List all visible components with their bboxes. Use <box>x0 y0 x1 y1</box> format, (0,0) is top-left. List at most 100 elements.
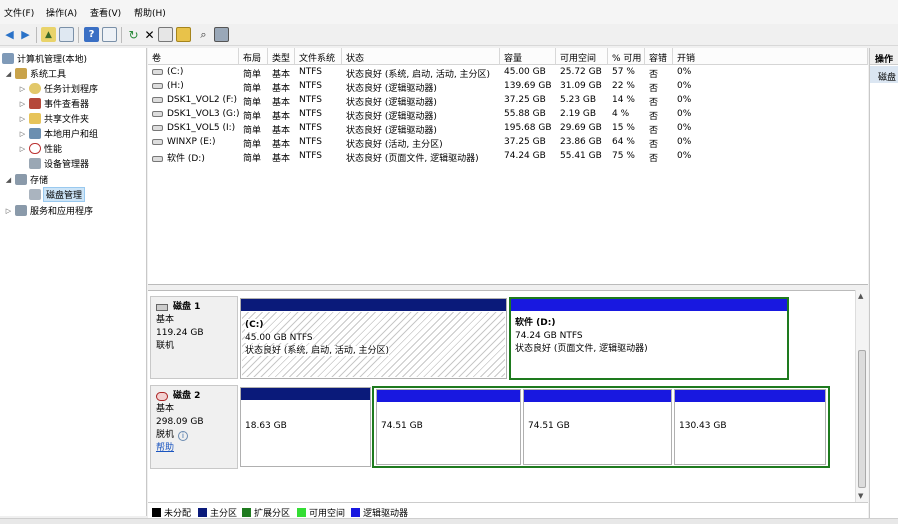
volume-cell[interactable]: 0% <box>673 109 733 123</box>
disk2-help-link[interactable]: 帮助 <box>156 442 232 455</box>
volume-cell[interactable]: 0% <box>673 95 733 109</box>
volume-cell[interactable]: NTFS <box>295 95 342 109</box>
actions-item-disk-management[interactable]: 磁盘 <box>870 66 898 83</box>
volume-cell[interactable]: 状态良好 (逻辑驱动器) <box>342 81 500 95</box>
volume-cell[interactable]: 基本 <box>268 151 295 165</box>
disk2-label[interactable]: 磁盘 2 基本 298.09 GB 脱机 i 帮助 <box>150 385 238 469</box>
volume-cell[interactable]: (H:) <box>148 81 239 95</box>
menu-action[interactable]: 操作(A) <box>46 6 77 19</box>
tree-node-system-tools[interactable]: ◢ 系统工具 <box>4 66 66 81</box>
volume-cell[interactable]: 75 % <box>608 151 645 165</box>
volume-cell[interactable]: 31.09 GB <box>556 81 608 95</box>
volume-cell[interactable]: 55.88 GB <box>500 109 556 123</box>
column-header-overhead[interactable]: 开销 <box>673 48 868 65</box>
volume-cell[interactable]: 基本 <box>268 67 295 81</box>
volume-cell[interactable]: 软件 (D:) <box>148 151 239 165</box>
volume-cell[interactable]: 139.69 GB <box>500 81 556 95</box>
volume-cell[interactable]: 55.41 GB <box>556 151 608 165</box>
volume-cell[interactable]: 29.69 GB <box>556 123 608 137</box>
volume-cell[interactable]: NTFS <box>295 81 342 95</box>
info-icon[interactable]: i <box>178 430 189 441</box>
volume-cell[interactable]: 22 % <box>608 81 645 95</box>
volume-cell[interactable]: 25.72 GB <box>556 67 608 81</box>
volume-cell[interactable]: 状态良好 (逻辑驱动器) <box>342 123 500 137</box>
tree-node-local-users[interactable]: ▷ 本地用户和组 <box>18 126 98 141</box>
refresh-icon[interactable]: ↻ <box>126 27 141 42</box>
volume-cell[interactable]: 否 <box>645 137 673 151</box>
menu-view[interactable]: 查看(V) <box>90 6 121 19</box>
menu-help[interactable]: 帮助(H) <box>134 6 166 19</box>
volume-cell[interactable]: NTFS <box>295 67 342 81</box>
volume-cell[interactable]: DSK1_VOL3 (G:) <box>148 109 239 123</box>
properties-icon[interactable] <box>102 27 117 42</box>
volume-cell[interactable]: 4 % <box>608 109 645 123</box>
tree-node-services[interactable]: ▷ 服务和应用程序 <box>4 203 93 218</box>
volume-cell[interactable]: DSK1_VOL5 (I:) <box>148 123 239 137</box>
column-header-fault-tolerance[interactable]: 容错 <box>645 48 673 65</box>
menu-file[interactable]: 文件(F) <box>4 6 34 19</box>
volume-cell[interactable]: 基本 <box>268 95 295 109</box>
open-icon[interactable] <box>176 27 191 42</box>
volume-cell[interactable]: NTFS <box>295 123 342 137</box>
volume-cell[interactable]: NTFS <box>295 137 342 151</box>
volume-cell[interactable]: 简单 <box>239 95 268 109</box>
volume-cell[interactable]: 否 <box>645 109 673 123</box>
volume-cell[interactable]: 否 <box>645 151 673 165</box>
volume-cell[interactable]: 15 % <box>608 123 645 137</box>
volume-cell[interactable]: 状态良好 (逻辑驱动器) <box>342 95 500 109</box>
scroll-up-icon[interactable]: ▲ <box>858 292 863 300</box>
column-header-free-space[interactable]: 可用空间 <box>556 48 608 65</box>
volume-cell[interactable]: 简单 <box>239 123 268 137</box>
forward-icon[interactable]: ▶ <box>18 27 33 42</box>
help-icon[interactable]: ? <box>84 27 99 42</box>
volume-cell[interactable]: 基本 <box>268 81 295 95</box>
column-header-filesystem[interactable]: 文件系统 <box>295 48 342 65</box>
column-header-layout[interactable]: 布局 <box>239 48 268 65</box>
volume-cell[interactable]: 37.25 GB <box>500 137 556 151</box>
volume-cell[interactable]: 简单 <box>239 137 268 151</box>
column-header-volume[interactable]: 卷 <box>148 48 239 65</box>
expand-icon[interactable]: ▷ <box>18 85 27 93</box>
volume-cell[interactable]: 状态良好 (逻辑驱动器) <box>342 109 500 123</box>
volume-cell[interactable]: 74.24 GB <box>500 151 556 165</box>
disk-panel-scrollbar[interactable]: ▲ ▼ <box>855 290 868 502</box>
collapse-icon[interactable]: ◢ <box>4 70 13 78</box>
volume-cell[interactable]: 否 <box>645 81 673 95</box>
volume-cell[interactable]: 否 <box>645 95 673 109</box>
volume-cell[interactable]: 否 <box>645 67 673 81</box>
volume-cell[interactable]: 状态良好 (页面文件, 逻辑驱动器) <box>342 151 500 165</box>
partition-d[interactable]: 软件 (D:) 74.24 GB NTFS 状态良好 (页面文件, 逻辑驱动器) <box>509 297 789 380</box>
partition-c[interactable]: (C:) 45.00 GB NTFS 状态良好 (系统, 启动, 活动, 主分区… <box>240 298 507 379</box>
column-header-capacity[interactable]: 容量 <box>500 48 556 65</box>
tree-node-task-scheduler[interactable]: ▷ 任务计划程序 <box>18 81 98 96</box>
volume-cell[interactable]: 0% <box>673 81 733 95</box>
disk1-label[interactable]: 磁盘 1 基本 119.24 GB 联机 <box>150 296 238 379</box>
column-header-status[interactable]: 状态 <box>342 48 500 65</box>
expand-icon[interactable]: ▷ <box>18 115 27 123</box>
volume-cell[interactable]: 0% <box>673 67 733 81</box>
scrollbar-thumb[interactable] <box>858 350 866 488</box>
volume-cell[interactable]: 5.23 GB <box>556 95 608 109</box>
volume-cell[interactable]: 状态良好 (活动, 主分区) <box>342 137 500 151</box>
volume-cell[interactable]: 简单 <box>239 151 268 165</box>
tree-node-storage[interactable]: ◢ 存储 <box>4 172 48 187</box>
volume-cell[interactable]: 基本 <box>268 109 295 123</box>
tree-node-root[interactable]: 计算机管理(本地) <box>0 51 87 66</box>
tree-node-disk-management[interactable]: 磁盘管理 <box>27 187 86 202</box>
volume-cell[interactable]: 45.00 GB <box>500 67 556 81</box>
volume-cell[interactable]: 57 % <box>608 67 645 81</box>
volume-cell[interactable]: WINXP (E:) <box>148 137 239 151</box>
volume-cell[interactable]: 否 <box>645 123 673 137</box>
expand-icon[interactable]: ▷ <box>18 145 27 153</box>
disk2-partition-4[interactable]: 130.43 GB <box>674 389 826 465</box>
volume-cell[interactable]: 0% <box>673 123 733 137</box>
disk-settings-icon[interactable] <box>214 27 229 42</box>
disk2-partition-1[interactable]: 18.63 GB <box>240 387 371 467</box>
volume-cell[interactable]: 0% <box>673 137 733 151</box>
volume-cell[interactable]: 14 % <box>608 95 645 109</box>
expand-icon[interactable]: ▷ <box>18 100 27 108</box>
volume-cell[interactable]: 195.68 GB <box>500 123 556 137</box>
volume-cell[interactable]: 简单 <box>239 67 268 81</box>
volume-cell[interactable]: NTFS <box>295 151 342 165</box>
volume-cell[interactable]: 基本 <box>268 123 295 137</box>
